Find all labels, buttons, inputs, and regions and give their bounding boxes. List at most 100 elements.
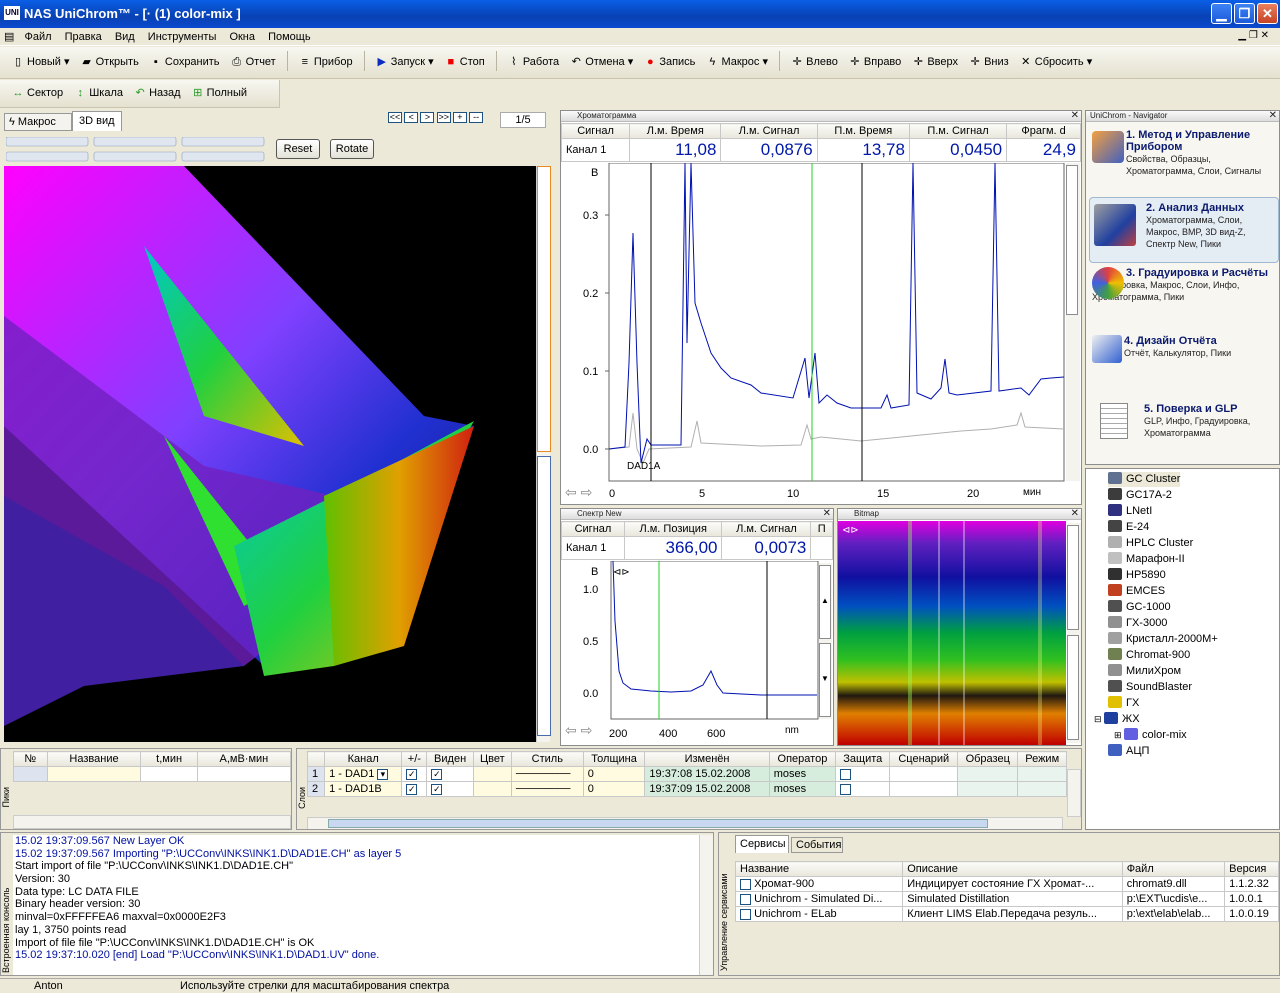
tree-item[interactable]: LNetI <box>1108 504 1152 519</box>
macro-button[interactable]: ϟ Макрос ▾ <box>702 51 772 75</box>
bitmap-heatmap[interactable]: ⊲⊳ <box>838 521 1066 745</box>
stop-button[interactable]: ■ Стоп <box>441 52 489 76</box>
right-button[interactable]: ✛ Вправо <box>845 51 905 75</box>
bitmap-scrollbar[interactable] <box>1067 523 1081 743</box>
chromatogram-plot[interactable]: В 0.3 0.2 0.1 0.0 DAD1A 0 5 10 15 20 мин… <box>561 163 1065 505</box>
scroll-left-icon[interactable]: ⇦ ⇨ <box>565 484 593 500</box>
table-row[interactable]: 1 1 - DAD1 ▾ ✓ ✓ ─────── 0 19:37:08 15.0… <box>306 766 1067 782</box>
open-button[interactable]: ▰ Открыть <box>77 51 143 75</box>
nav-prev[interactable]: < <box>404 112 419 123</box>
tree-item[interactable]: ГХ <box>1108 696 1139 711</box>
tree-item[interactable]: ⊟ ЖХ <box>1094 712 1140 727</box>
nav-next[interactable]: > <box>420 112 435 123</box>
layers-vscroll[interactable] <box>1067 769 1081 817</box>
tab-services[interactable]: Сервисы <box>735 835 789 853</box>
table-row[interactable]: 2 1 - DAD1B ✓ ✓ ─────── 0 19:37:09 15.02… <box>306 781 1067 797</box>
report-button[interactable]: ⎙ Отчет <box>227 52 280 76</box>
service-checkbox[interactable] <box>740 878 751 890</box>
nav-remove[interactable]: -- <box>469 112 484 123</box>
full-button[interactable]: ⊞ Полный <box>188 82 251 106</box>
peaks-hscroll[interactable] <box>13 815 291 829</box>
close-button[interactable]: ✕ <box>1257 3 1278 24</box>
sector-button[interactable]: ↔ Сектор <box>8 83 67 107</box>
tree-item[interactable]: АЦП <box>1108 744 1149 759</box>
nav-glp[interactable]: 5. Поверка и GLP GLP, Инфо, Градуировка,… <box>1092 403 1278 453</box>
mdi-controls[interactable]: ▁ ❐ ✕ <box>1233 28 1274 43</box>
close-icon[interactable]: ✕ <box>1071 110 1079 121</box>
tree-item[interactable]: GC Cluster <box>1108 472 1181 487</box>
tree-item[interactable]: Chromat-900 <box>1108 648 1190 663</box>
protect-checkbox[interactable] <box>840 768 852 780</box>
close-icon[interactable]: ✕ <box>823 508 831 519</box>
layers-hscroll[interactable] <box>307 817 1063 829</box>
service-checkbox[interactable] <box>740 908 751 920</box>
left-button[interactable]: ✛ Влево <box>787 51 842 75</box>
menu-tools[interactable]: Инструменты <box>143 29 222 45</box>
channel-dropdown[interactable]: ▾ <box>377 768 389 780</box>
spectrum-scrollbar[interactable]: ▲ ▼ <box>819 563 832 719</box>
tree-item[interactable]: SoundBlaster <box>1108 680 1192 695</box>
work-button[interactable]: ⌇ Работа <box>504 51 563 75</box>
tree-item[interactable]: HP5890 <box>1108 568 1166 583</box>
nav-report-design[interactable]: 4. Дизайн Отчёта Отчёт, Калькулятор, Пик… <box>1092 335 1278 375</box>
tree-item[interactable]: EMCES <box>1108 584 1165 599</box>
close-icon[interactable]: ✕ <box>1071 508 1079 519</box>
reset-3d-button[interactable]: Reset <box>276 139 320 159</box>
tree-item[interactable]: HPLC Cluster <box>1108 536 1193 551</box>
start-button[interactable]: ▶ Запуск ▾ <box>372 51 438 75</box>
menu-file[interactable]: Файл <box>19 29 56 45</box>
down-button[interactable]: ✛ Вниз <box>965 51 1013 75</box>
surface-3d-canvas[interactable] <box>4 166 536 742</box>
tree-item[interactable]: ⊞ color-mix <box>1114 728 1187 743</box>
minimize-button[interactable]: ▁ <box>1211 3 1232 24</box>
save-button[interactable]: ▪ Сохранить <box>146 52 224 76</box>
new-button[interactable]: ▯ Новый ▾ <box>8 51 74 75</box>
nav-first[interactable]: << <box>388 112 402 123</box>
spectrum-plot[interactable]: В 1.0 0.5 0.0 ⊲⊳ 200 400 600 nm ⇦ ⇨ <box>561 561 819 745</box>
close-icon[interactable]: ✕ <box>1269 110 1277 121</box>
rotate-3d-button[interactable]: Rotate <box>330 139 374 159</box>
tree-item[interactable]: E-24 <box>1108 520 1149 535</box>
tab-3d-view[interactable]: 3D вид <box>72 111 122 131</box>
tree-item[interactable]: GC-1000 <box>1108 600 1171 615</box>
menu-edit[interactable]: Правка <box>60 29 107 45</box>
nav-method[interactable]: 1. Метод и Управление Прибором Свойства,… <box>1092 129 1278 201</box>
scale-button[interactable]: ↕ Шкала <box>70 83 127 107</box>
console-scrollbar[interactable] <box>699 835 713 975</box>
tab-macro[interactable]: ϟ Макрос <box>4 113 72 131</box>
scroll-arrows-icon[interactable]: ⇦ ⇨ <box>565 722 593 738</box>
nav-calibration[interactable]: 3. Градуировка и Расчёты Градуировка, Ма… <box>1092 267 1278 329</box>
menu-view[interactable]: Вид <box>110 29 140 45</box>
menu-windows[interactable]: Окна <box>224 29 260 45</box>
plusminus-checkbox[interactable]: ✓ <box>406 768 418 780</box>
nav-last[interactable]: >> <box>436 112 451 123</box>
record-button[interactable]: ● Запись <box>640 52 699 76</box>
tree-item[interactable]: МилиХром <box>1108 664 1181 679</box>
tab-events[interactable]: События <box>791 837 843 853</box>
reset-button[interactable]: ✕ Сбросить ▾ <box>1016 51 1096 75</box>
up-button[interactable]: ✛ Вверх <box>908 51 962 75</box>
view3d-scrollbar[interactable] <box>536 166 551 742</box>
table-row[interactable]: Хромат-900 Индицирует состояние ГХ Хромат… <box>734 876 1279 892</box>
chromatogram-scrollbar[interactable] <box>1066 163 1080 481</box>
tree-item[interactable]: Марафон-II <box>1108 552 1185 567</box>
plusminus-checkbox[interactable]: ✓ <box>406 783 418 795</box>
tree-item[interactable]: GC17A-2 <box>1108 488 1172 503</box>
table-row[interactable]: Unichrom - Simulated Di... Simulated Dist… <box>734 891 1279 907</box>
table-row[interactable]: Unichrom - ELab Клиент LIMS Elab.Передача… <box>734 906 1279 922</box>
tree-item[interactable]: Кристалл-2000М+ <box>1108 632 1218 647</box>
device-button[interactable]: ≡ Прибор <box>295 52 357 76</box>
document-icon[interactable]: ▤ <box>0 28 16 43</box>
visible-checkbox[interactable]: ✓ <box>431 768 443 780</box>
rotation-sliders[interactable] <box>6 137 270 165</box>
restore-button[interactable]: ❐ <box>1234 3 1255 24</box>
visible-checkbox[interactable]: ✓ <box>431 783 443 795</box>
nav-data-analysis[interactable]: 2. Анализ Данных Хроматограмма, Слои, Ма… <box>1089 197 1279 263</box>
undo-button[interactable]: ↶ Отмена ▾ <box>566 51 637 75</box>
back-button[interactable]: ↶ Назад <box>130 82 185 106</box>
nav-add[interactable]: + <box>452 112 467 123</box>
tree-item[interactable]: ГХ-3000 <box>1108 616 1167 631</box>
protect-checkbox[interactable] <box>840 783 852 795</box>
service-checkbox[interactable] <box>740 893 751 905</box>
menu-help[interactable]: Помощь <box>263 29 316 45</box>
